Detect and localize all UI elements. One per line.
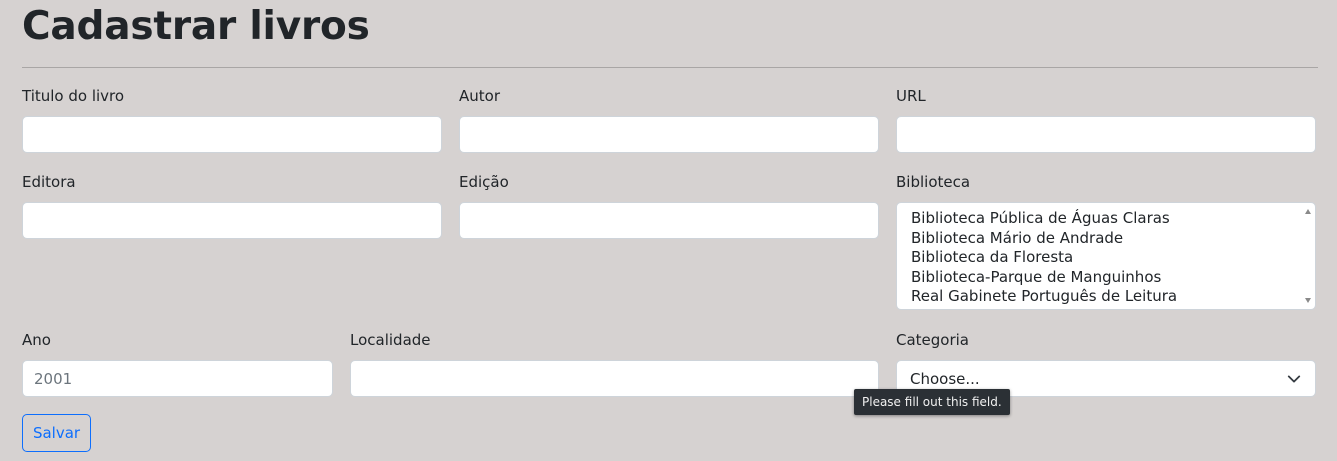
categoria-label: Categoria: [896, 331, 970, 349]
autor-label: Autor: [459, 87, 500, 105]
localidade-input[interactable]: [350, 360, 879, 397]
scroll-down-arrow-icon[interactable]: [1305, 298, 1311, 303]
ano-input[interactable]: [22, 360, 333, 397]
localidade-label: Localidade: [350, 331, 431, 349]
page-title: Cadastrar livros: [22, 4, 370, 49]
biblioteca-listbox[interactable]: Biblioteca Pública de Águas Claras Bibli…: [896, 202, 1316, 310]
titulo-input[interactable]: [22, 116, 442, 153]
categoria-selected-value: Choose...: [910, 370, 980, 388]
biblioteca-option[interactable]: Biblioteca Mário de Andrade: [911, 229, 1315, 249]
scroll-up-arrow-icon[interactable]: [1305, 209, 1311, 214]
url-label: URL: [896, 87, 926, 105]
biblioteca-option[interactable]: Biblioteca Pública de Águas Claras: [911, 209, 1315, 229]
ano-label: Ano: [22, 331, 51, 349]
biblioteca-option[interactable]: Biblioteca-Parque de Manguinhos: [911, 268, 1315, 288]
chevron-down-icon: [1287, 375, 1301, 383]
title-divider: [22, 67, 1318, 68]
save-button[interactable]: Salvar: [22, 414, 91, 452]
titulo-label: Titulo do livro: [22, 87, 125, 105]
url-input[interactable]: [896, 116, 1316, 153]
autor-input[interactable]: [459, 116, 879, 153]
book-registration-page: Cadastrar livros Titulo do livro Autor U…: [0, 0, 1337, 461]
validation-tooltip: Please fill out this field.: [854, 389, 1010, 415]
biblioteca-option[interactable]: Real Gabinete Português de Leitura: [911, 287, 1315, 307]
edicao-label: Edição: [459, 173, 509, 191]
edicao-input[interactable]: [459, 202, 879, 239]
biblioteca-label: Biblioteca: [896, 173, 971, 191]
biblioteca-option[interactable]: Biblioteca da Floresta: [911, 248, 1315, 268]
editora-label: Editora: [22, 173, 76, 191]
editora-input[interactable]: [22, 202, 442, 239]
